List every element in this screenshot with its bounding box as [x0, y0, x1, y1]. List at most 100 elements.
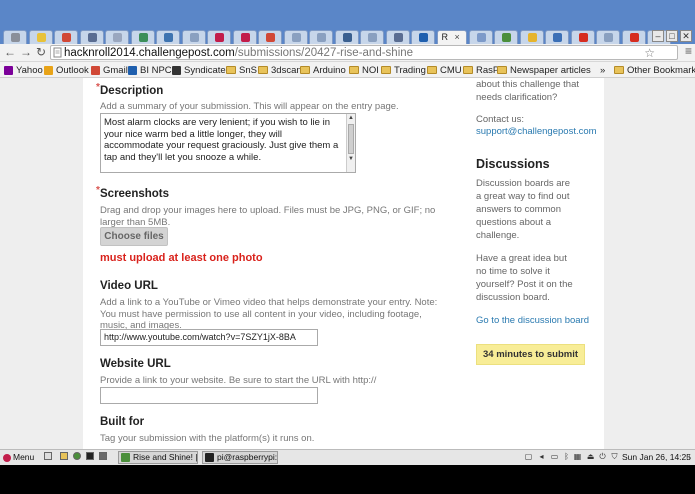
other-bookmarks[interactable]: Other Bookmarks	[614, 64, 695, 76]
bookmark-gmail[interactable]: Gmail	[91, 64, 128, 76]
scroll-down-icon[interactable]: ▼	[347, 155, 355, 164]
video-url-help: Add a link to a YouTube or Vimeo video t…	[100, 297, 438, 331]
forward-arrow-icon[interactable]: →	[19, 45, 33, 59]
tab[interactable]	[105, 30, 129, 44]
textarea-scrollbar[interactable]: ▲ ▼	[346, 114, 355, 172]
bookmark-arduino[interactable]: Arduino	[300, 64, 346, 76]
website-url-input[interactable]	[100, 387, 318, 404]
scroll-up-icon[interactable]: ▲	[347, 114, 355, 123]
tab[interactable]	[232, 30, 257, 44]
bookmarks-overflow-chevron[interactable]: »	[600, 64, 605, 76]
bookmark-label: CMU	[440, 64, 462, 76]
start-menu-button[interactable]: Menu	[3, 451, 34, 464]
tab[interactable]	[156, 30, 180, 44]
tab[interactable]	[545, 30, 569, 44]
chat-icon	[553, 33, 562, 42]
tab[interactable]	[3, 30, 27, 44]
menu-icon[interactable]: ≡	[685, 44, 692, 58]
bookmark-syndicate[interactable]: Syndicate	[172, 64, 226, 76]
tab[interactable]	[494, 30, 518, 44]
bookmark-yahoo[interactable]: Yahoo	[4, 64, 43, 76]
bookmark-trading[interactable]: Trading	[381, 64, 426, 76]
close-icon[interactable]: ✕	[680, 30, 692, 42]
gmail-icon	[62, 33, 71, 42]
bookmark-noi[interactable]: NOI	[349, 64, 379, 76]
taskbar-window-button[interactable]: Rise and Shine! | H...	[118, 451, 198, 464]
globe-icon	[138, 33, 148, 42]
tab[interactable]	[130, 30, 155, 44]
tab[interactable]	[519, 30, 544, 44]
description-textarea[interactable]: Most alarm clocks are very lenient; if y…	[100, 113, 356, 173]
chrome-icon	[121, 453, 130, 462]
website-url-label: Website URL	[100, 358, 171, 370]
tab[interactable]	[468, 30, 493, 44]
bookmark-newspaper-articles[interactable]: Newspaper articles	[497, 64, 591, 76]
choose-files-button[interactable]: Choose files	[100, 227, 168, 246]
url-text: hacknroll2014.challengepost.com/submissi…	[64, 46, 413, 60]
file-manager-icon[interactable]	[60, 452, 68, 460]
browser-toolbar: ← → ↻ hacknroll2014.challengepost.com/su…	[0, 44, 695, 62]
raspberry-pi-icon	[11, 33, 20, 42]
description-label: * Description	[96, 82, 164, 97]
desktop-icon[interactable]	[44, 452, 52, 460]
taskbar-window-label: Rise and Shine! | H...	[133, 452, 198, 462]
tab[interactable]	[258, 30, 282, 44]
tab[interactable]	[28, 30, 53, 44]
bi-icon	[128, 65, 137, 75]
tab[interactable]	[385, 30, 410, 44]
tab[interactable]	[79, 30, 104, 44]
volume-icon[interactable]: ◂	[537, 452, 546, 462]
bluetooth-icon[interactable]: ᛒ	[562, 452, 571, 462]
bookmark-label: Trading	[394, 64, 426, 76]
tab-close-icon[interactable]: ×	[455, 32, 460, 42]
eject-icon[interactable]: ⏏	[586, 452, 595, 462]
tab[interactable]	[411, 30, 435, 44]
app-icon[interactable]	[99, 452, 107, 460]
tab[interactable]	[309, 30, 333, 44]
video-url-input[interactable]: http://www.youtube.com/watch?v=7SZY1jX-8…	[100, 329, 318, 346]
address-bar[interactable]: hacknroll2014.challengepost.com/submissi…	[50, 45, 678, 60]
contact-email-link[interactable]: support@challengepost.com	[476, 126, 597, 137]
url-host: hacknroll2014.challengepost.com	[64, 47, 235, 59]
tab-active[interactable]: R ×	[436, 30, 467, 44]
scroll-thumb[interactable]	[348, 124, 354, 154]
bookmark-label: Syndicate	[184, 64, 226, 76]
minimize-icon[interactable]: –	[652, 30, 664, 42]
tab[interactable]	[596, 30, 620, 44]
tab[interactable]	[181, 30, 206, 44]
bookmark-label: Outlook	[56, 64, 89, 76]
bookmark-3dscan[interactable]: 3dscan	[258, 64, 302, 76]
reload-icon[interactable]: ↻	[34, 45, 48, 59]
gmail-icon	[266, 33, 275, 42]
battery-icon[interactable]: ▯	[684, 452, 693, 462]
shield-icon[interactable]: ⛉	[610, 452, 619, 462]
bookmark-star-icon[interactable]: ☆	[644, 46, 655, 60]
taskbar-window-button[interactable]: pi@raspberrypi: ~	[202, 451, 278, 464]
tab[interactable]	[334, 30, 359, 44]
notification-icon[interactable]: ▢	[524, 452, 533, 462]
bookmark-outlook[interactable]: Outlook	[44, 64, 89, 76]
bookmark-bi-npc[interactable]: BI NPC	[128, 64, 172, 76]
sidebar-question-text: about this challenge that needs clarific…	[476, 79, 579, 103]
idea-text: Have a great idea but no time to solve i…	[476, 253, 573, 303]
browser-icon[interactable]	[73, 452, 81, 460]
maximize-icon[interactable]: □	[666, 30, 678, 42]
tab[interactable]	[570, 30, 595, 44]
bookmark-cmu[interactable]: CMU	[427, 64, 462, 76]
bookmark-raspi[interactable]: RasPi	[463, 64, 501, 76]
tab[interactable]	[283, 30, 308, 44]
tab[interactable]	[207, 30, 231, 44]
page-icon	[87, 33, 97, 42]
back-arrow-icon[interactable]: ←	[3, 45, 17, 59]
terminal-icon[interactable]	[86, 452, 94, 460]
python-icon	[164, 33, 173, 42]
tab[interactable]	[621, 30, 646, 44]
power-icon[interactable]: ⏻	[598, 452, 607, 462]
network-icon[interactable]: ▦	[573, 452, 582, 462]
discussion-board-link[interactable]: Go to the discussion board	[476, 315, 589, 326]
tab[interactable]	[54, 30, 78, 44]
tab[interactable]	[360, 30, 384, 44]
bookmark-sns[interactable]: SnS	[226, 64, 257, 76]
bookmark-label: 3dscan	[271, 64, 302, 76]
monitor-icon[interactable]: ▭	[550, 452, 559, 462]
